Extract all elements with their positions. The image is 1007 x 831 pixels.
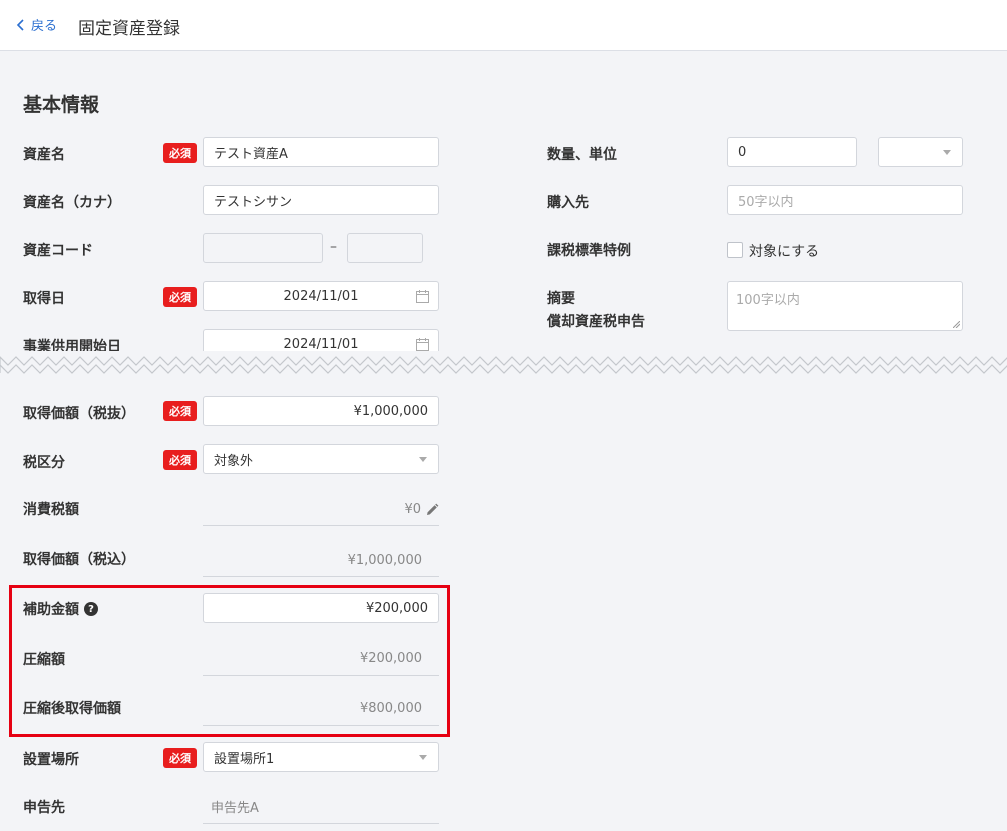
consumption-tax-value: ¥0: [404, 502, 421, 517]
back-link[interactable]: 戻る: [16, 15, 57, 34]
page-header: 戻る 固定資産登録: [0, 0, 1007, 51]
acquisition-price-excl-label: 取得価額（税抜）: [23, 406, 135, 422]
section-title: 基本情報: [23, 94, 100, 116]
calendar-icon[interactable]: [416, 338, 429, 351]
filing-destination-value: 申告先A: [203, 790, 439, 824]
acquisition-date-input[interactable]: 2024/11/01: [203, 281, 439, 311]
dropdown-arrow-icon: [943, 150, 951, 155]
page-title: 固定資産登録: [78, 19, 180, 39]
location-value: 設置場所1: [214, 751, 275, 767]
dropdown-arrow-icon: [419, 755, 427, 760]
supplier-input[interactable]: 50字以内: [727, 185, 963, 215]
summary-placeholder: 100字以内: [736, 293, 800, 308]
page-break-divider: [0, 351, 1007, 381]
quantity-unit-label: 数量、単位: [547, 147, 617, 163]
supplier-placeholder: 50字以内: [738, 194, 794, 210]
consumption-tax-label: 消費税額: [23, 502, 79, 518]
acquisition-price-excl-input[interactable]: ¥1,000,000: [203, 396, 439, 426]
supplier-label: 購入先: [547, 195, 589, 211]
quantity-input[interactable]: 0: [727, 137, 857, 167]
tax-standard-exception-label: 課税標準特例: [547, 243, 631, 259]
filing-destination-label: 申告先: [23, 800, 65, 816]
required-badge: 必須: [163, 748, 197, 768]
resize-handle-icon[interactable]: [953, 321, 960, 328]
location-label: 設置場所: [23, 752, 79, 768]
asset-name-input[interactable]: テスト資産A: [203, 137, 439, 167]
location-select[interactable]: 設置場所1: [203, 742, 439, 772]
asset-name-kana-label: 資産名（カナ）: [23, 195, 121, 211]
required-badge: 必須: [163, 401, 197, 421]
tax-category-select[interactable]: 対象外: [203, 444, 439, 474]
tax-standard-exception-checkbox-label[interactable]: 対象にする: [749, 241, 819, 261]
summary-textarea[interactable]: 100字以内: [727, 281, 963, 331]
back-label: 戻る: [31, 19, 58, 34]
depreciable-asset-tax-label: 償却資産税申告: [547, 314, 645, 330]
acquisition-date-label: 取得日: [23, 291, 65, 307]
chevron-left-icon: [16, 18, 24, 31]
tax-standard-exception-checkbox[interactable]: [727, 242, 743, 258]
asset-code-separator: –: [330, 239, 337, 255]
dropdown-arrow-icon: [419, 457, 427, 462]
unit-select[interactable]: [878, 137, 963, 167]
acquisition-date-value: 2024/11/01: [283, 288, 359, 304]
highlight-box: [9, 585, 450, 737]
service-start-date-value: 2024/11/01: [283, 336, 359, 352]
required-badge: 必須: [163, 450, 197, 470]
asset-code-input-2[interactable]: [347, 233, 423, 263]
asset-name-label: 資産名: [23, 147, 65, 163]
consumption-tax-field: ¥0: [203, 494, 439, 526]
asset-code-input-1[interactable]: [203, 233, 323, 263]
acquisition-price-incl-value: ¥1,000,000: [203, 544, 439, 577]
asset-name-kana-input[interactable]: テストシサン: [203, 185, 439, 215]
acquisition-price-incl-label: 取得価額（税込）: [23, 552, 135, 568]
required-badge: 必須: [163, 143, 197, 163]
asset-code-label: 資産コード: [23, 243, 93, 259]
pencil-icon[interactable]: [425, 503, 439, 517]
tax-category-value: 対象外: [214, 453, 254, 469]
calendar-icon[interactable]: [416, 290, 429, 303]
required-badge: 必須: [163, 287, 197, 307]
tax-category-label: 税区分: [23, 455, 65, 471]
summary-label: 摘要: [547, 291, 575, 307]
